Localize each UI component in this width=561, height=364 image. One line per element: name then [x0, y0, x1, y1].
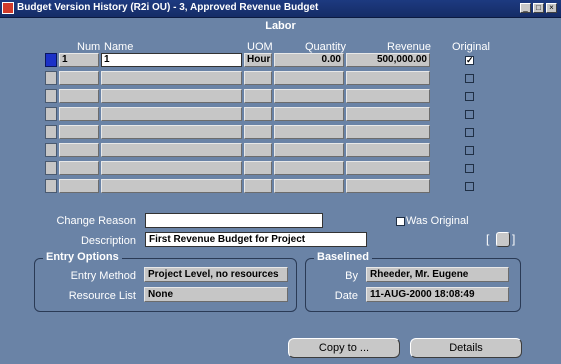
original-checkbox[interactable] [465, 128, 474, 137]
cell-uom[interactable]: Hours [244, 53, 272, 67]
cell-uom[interactable] [244, 143, 272, 157]
bracket-left: [ [486, 232, 490, 246]
cell-revenue[interactable] [346, 179, 430, 193]
details-button[interactable]: Details [410, 338, 522, 358]
change-reason-field[interactable] [145, 213, 323, 228]
minimize-icon[interactable]: _ [520, 3, 531, 13]
column-header-quantity: Quantity [305, 41, 346, 53]
cell-quantity[interactable]: 0.00 [274, 53, 344, 67]
column-header-num: Num [77, 41, 101, 53]
original-checkbox[interactable] [465, 92, 474, 101]
was-original-checkbox[interactable] [396, 217, 405, 226]
column-header-revenue: Revenue [387, 41, 432, 53]
cell-uom[interactable] [244, 161, 272, 175]
cell-revenue[interactable] [346, 107, 430, 121]
row-selector[interactable] [45, 161, 57, 175]
cell-quantity[interactable] [274, 161, 344, 175]
cell-uom[interactable] [244, 71, 272, 85]
cell-num[interactable] [59, 107, 99, 121]
column-header-uom: UOM [247, 41, 273, 53]
entry-method-label: Entry Method [70, 270, 136, 282]
cell-quantity[interactable] [274, 107, 344, 121]
cell-num[interactable] [59, 125, 99, 139]
baselined-by-label: By [345, 270, 358, 282]
cell-num[interactable] [59, 71, 99, 85]
row-selector[interactable] [45, 89, 57, 103]
baselined-by-field[interactable]: Rheeder, Mr. Eugene [366, 267, 509, 282]
cell-quantity[interactable] [274, 71, 344, 85]
cell-name[interactable] [101, 161, 242, 175]
cell-num[interactable] [59, 161, 99, 175]
cell-uom[interactable] [244, 89, 272, 103]
cell-revenue[interactable] [346, 89, 430, 103]
original-checkbox[interactable] [465, 182, 474, 191]
cell-quantity[interactable] [274, 89, 344, 103]
cell-uom[interactable] [244, 107, 272, 121]
close-icon[interactable]: × [546, 3, 557, 13]
cell-name[interactable]: 1 [101, 53, 242, 67]
window-title: Budget Version History (R2i OU) - 3, App… [17, 2, 319, 13]
original-checkbox[interactable]: ✓ [465, 56, 474, 65]
cell-name[interactable] [101, 89, 242, 103]
cell-uom[interactable] [244, 179, 272, 193]
cell-revenue[interactable] [346, 71, 430, 85]
cell-quantity[interactable] [274, 179, 344, 193]
cell-revenue[interactable] [346, 161, 430, 175]
cell-name[interactable] [101, 107, 242, 121]
cell-quantity[interactable] [274, 143, 344, 157]
row-selector[interactable] [45, 107, 57, 121]
cell-revenue[interactable] [346, 125, 430, 139]
cell-num[interactable] [59, 179, 99, 193]
maximize-icon[interactable]: □ [533, 3, 544, 13]
cell-revenue[interactable] [346, 143, 430, 157]
original-checkbox[interactable] [465, 110, 474, 119]
row-selector[interactable] [45, 143, 57, 157]
baselined-date-label: Date [334, 290, 358, 302]
was-original-label: Was Original [406, 215, 469, 227]
row-selector[interactable] [45, 71, 57, 85]
entry-method-field[interactable]: Project Level, no resources [144, 267, 288, 282]
change-reason-label: Change Reason [56, 215, 136, 227]
row-selector[interactable] [45, 179, 57, 193]
flexfield-button[interactable] [496, 232, 510, 247]
window-titlebar: Budget Version History (R2i OU) - 3, App… [0, 0, 561, 18]
cell-uom[interactable] [244, 125, 272, 139]
cell-num[interactable]: 1 [59, 53, 99, 67]
description-label: Description [80, 235, 136, 247]
baselined-title: Baselined [314, 251, 372, 263]
cell-num[interactable] [59, 143, 99, 157]
original-checkbox[interactable] [465, 146, 474, 155]
copy-to-button[interactable]: Copy to ... [288, 338, 400, 358]
baselined-date-field[interactable]: 11-AUG-2000 18:08:49 [366, 287, 509, 302]
column-header-name: Name [104, 41, 134, 53]
row-selector[interactable] [45, 125, 57, 139]
resource-list-label: Resource List [68, 290, 136, 302]
cell-num[interactable] [59, 89, 99, 103]
resource-list-field[interactable]: None [144, 287, 288, 302]
entry-options-title: Entry Options [43, 251, 122, 263]
cell-quantity[interactable] [274, 125, 344, 139]
cell-name[interactable] [101, 71, 242, 85]
description-field[interactable]: First Revenue Budget for Project [145, 232, 367, 247]
section-title-labor: Labor [265, 20, 296, 32]
original-checkbox[interactable] [465, 164, 474, 173]
original-checkbox[interactable] [465, 74, 474, 83]
app-icon [2, 2, 14, 14]
row-selector[interactable] [45, 53, 57, 67]
column-header-original: Original [452, 41, 490, 53]
cell-name[interactable] [101, 143, 242, 157]
bracket-right: ] [512, 232, 516, 246]
cell-revenue[interactable]: 500,000.00 [346, 53, 430, 67]
cell-name[interactable] [101, 179, 242, 193]
cell-name[interactable] [101, 125, 242, 139]
